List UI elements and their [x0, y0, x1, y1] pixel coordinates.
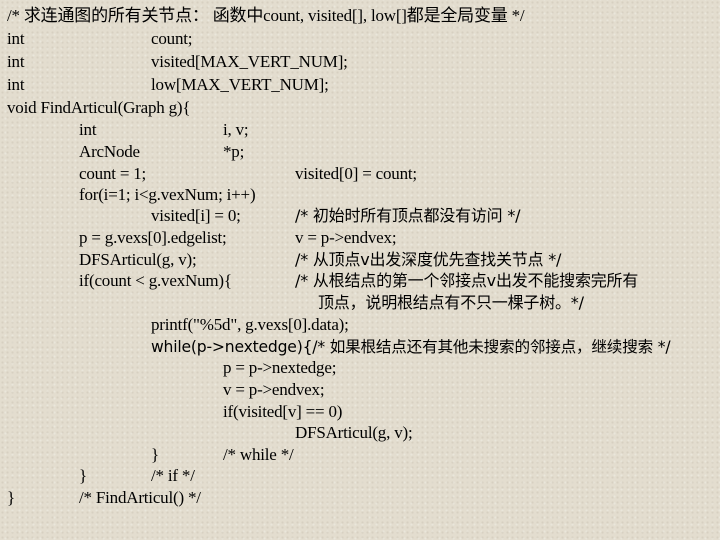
code-line: DFSArticul(g, v); [295, 423, 413, 442]
decl-name: count; [151, 29, 193, 48]
code-line: count = 1; [79, 164, 147, 183]
decl-type: int [7, 52, 25, 71]
code-comment: /* if */ [151, 466, 195, 485]
code-comment: /* 从根结点的第一个邻接点v出发不能搜索完所有 [295, 271, 639, 290]
code-line: ArcNode [79, 142, 140, 161]
closing-brace: } [79, 466, 87, 485]
code-comment: /* FindArticul() */ [79, 488, 201, 507]
decl-type: int [7, 75, 25, 94]
code-line: for(i=1; i<g.vexNum; i++) [79, 185, 256, 204]
code-line: if(count < g.vexNum){ [79, 271, 232, 290]
closing-brace: } [151, 445, 159, 464]
code-comment: 顶点，说明根结点有不只一棵子树。*/ [318, 293, 584, 312]
code-line: while(p->nextedge){/* 如果根结点还有其他未搜索的邻接点，继… [151, 338, 671, 356]
decl-name: low[MAX_VERT_NUM]; [151, 75, 329, 94]
closing-brace: } [7, 488, 15, 507]
decl-name: visited[MAX_VERT_NUM]; [151, 52, 348, 71]
code-line: v = p->endvex; [223, 380, 325, 399]
code-line: p = p->nextedge; [223, 358, 337, 377]
code-line: i, v; [223, 120, 249, 139]
code-slide: /* 求连通图的所有关节点： 函数中count, visited[], low[… [0, 0, 720, 540]
code-line: p = g.vexs[0].edgelist; [79, 228, 227, 247]
code-line: visited[i] = 0; [151, 206, 241, 225]
code-line: DFSArticul(g, v); [79, 250, 197, 269]
code-line: int [79, 120, 97, 139]
code-comment: /* while */ [223, 445, 294, 464]
decl-type: int [7, 29, 25, 48]
code-line: printf("%5d", g.vexs[0].data); [151, 315, 349, 334]
header-comment: /* 求连通图的所有关节点： 函数中count, visited[], low[… [7, 6, 525, 25]
code-line: *p; [223, 142, 245, 161]
code-line: if(visited[v] == 0) [223, 402, 343, 421]
code-line: v = p->endvex; [295, 228, 397, 247]
function-signature: void FindArticul(Graph g){ [7, 98, 191, 117]
code-line: visited[0] = count; [295, 164, 417, 183]
code-comment: /* 从顶点v出发深度优先查找关节点 */ [295, 250, 562, 269]
code-comment: /* 初始时所有顶点都没有访问 */ [295, 206, 521, 225]
